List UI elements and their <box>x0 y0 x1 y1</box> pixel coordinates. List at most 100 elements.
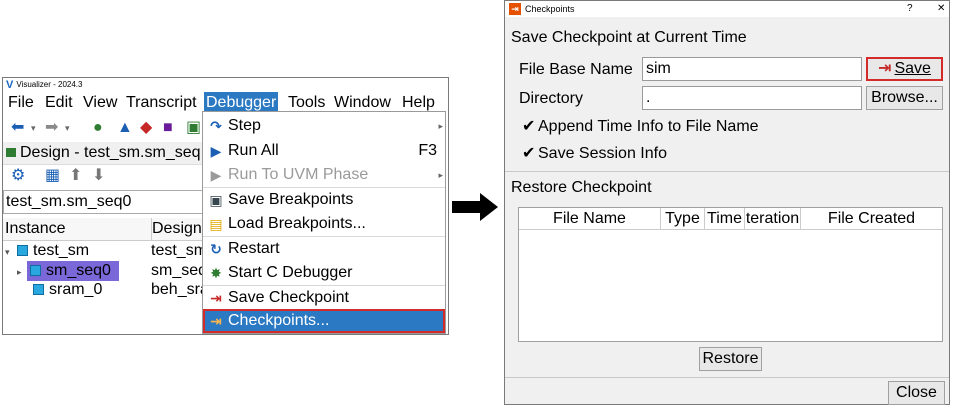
column-header-instance[interactable]: Instance <box>3 218 151 241</box>
menu-item-checkpoints[interactable]: ⇥ Checkpoints... <box>203 309 445 333</box>
module-icon <box>30 265 41 277</box>
floppy-disk-icon: ▣ <box>209 192 223 208</box>
menu-item-run-all[interactable]: ▶ Run All F3 <box>203 139 445 163</box>
forward-dropdown-icon[interactable]: ▾ <box>65 119 70 137</box>
menu-item-label: Checkpoints... <box>228 312 330 329</box>
save-button[interactable]: ⇥ Save <box>866 57 943 81</box>
append-time-label: Append Time Info to File Name <box>538 118 759 135</box>
menu-item-label: Save Breakpoints <box>228 191 354 208</box>
back-dropdown-icon[interactable]: ▾ <box>31 119 36 137</box>
design-panel-header: Design - test_sm.sm_seq <box>3 142 205 165</box>
menu-item-save-breakpoints[interactable]: ▣ Save Breakpoints <box>203 188 445 212</box>
shortcut-label: F3 <box>418 142 437 159</box>
menu-item-restart[interactable]: ↻ Restart <box>203 237 445 261</box>
folder-icon: ▤ <box>209 216 223 232</box>
main-toolbar: ⬅ ▾ ➡ ▾ ● ▲ ◆ ■ ▣ <box>3 116 203 140</box>
design-cell: sm_seq <box>151 262 205 279</box>
save-session-checkbox[interactable]: ✔ Save Session Info <box>522 143 667 165</box>
help-button[interactable]: ? <box>907 1 913 17</box>
restore-button[interactable]: Restore <box>699 347 762 371</box>
instance-name: test_sm <box>33 242 90 259</box>
menu-item-label: Save Checkpoint <box>228 289 349 306</box>
file-base-name-label: File Base Name <box>519 61 633 78</box>
schematic-icon[interactable]: ▲ <box>117 119 133 137</box>
menu-item-step[interactable]: ↷ Step ▸ <box>203 114 445 138</box>
gear-icon[interactable]: ⚙ <box>11 167 25 185</box>
restore-section-title: Restore Checkpoint <box>511 179 652 196</box>
tree-row-sram-0[interactable]: sram_0 <box>33 280 102 300</box>
debugger-menu: ↷ Step ▸ ▶ Run All F3 ▶ Run To UVM Phase… <box>202 111 446 334</box>
menu-file[interactable]: File <box>6 92 36 114</box>
menu-item-label: Step <box>228 117 261 134</box>
submenu-arrow-icon: ▸ <box>438 121 443 131</box>
step-icon: ↷ <box>210 118 222 134</box>
file-base-name-input[interactable]: sim <box>642 57 862 81</box>
submenu-arrow-icon: ▸ <box>438 170 443 180</box>
source-icon[interactable]: ■ <box>163 119 173 137</box>
instance-name: sram_0 <box>49 281 103 298</box>
dialog-title: Checkpoints <box>525 4 575 14</box>
instance-path-field[interactable]: test_sm.sm_seq0 <box>3 190 205 214</box>
checkpoint-icon: ⇥ <box>210 313 222 329</box>
menu-item-start-c-debugger[interactable]: ✸ Start C Debugger <box>203 261 445 285</box>
column-header-time[interactable]: Time <box>705 208 745 230</box>
footer-divider <box>505 377 949 378</box>
menu-item-label: Run To UVM Phase <box>228 166 369 183</box>
save-checkpoint-icon: ⇥ <box>210 290 222 306</box>
tree-row-test-sm[interactable]: ▾ test_sm <box>5 241 89 261</box>
section-divider <box>505 171 949 172</box>
check-icon: ✔ <box>522 145 536 162</box>
append-time-checkbox[interactable]: ✔ Append Time Info to File Name <box>522 116 759 138</box>
design-panel-title: Design - test_sm.sm_seq <box>20 144 201 161</box>
module-icon <box>33 284 44 296</box>
save-section-title: Save Checkpoint at Current Time <box>511 29 747 46</box>
run-all-icon: ▶ <box>210 143 222 159</box>
menu-item-save-checkpoint[interactable]: ⇥ Save Checkpoint <box>203 286 445 310</box>
save-button-label: Save <box>894 60 931 77</box>
checkpoint-icon: ⇥ <box>509 3 521 15</box>
column-header-file-created[interactable]: File Created <box>801 208 942 230</box>
directory-input[interactable]: . <box>642 86 862 110</box>
close-button-label: Close <box>896 384 937 401</box>
design-cell: beh_sra <box>151 281 205 298</box>
down-arrow-icon[interactable]: ⬇ <box>92 167 105 185</box>
column-header-file-name[interactable]: File Name <box>519 208 661 230</box>
menu-item-label: Run All <box>228 142 279 159</box>
checkpoint-table[interactable]: File Name Type Time teration File Create… <box>518 207 943 342</box>
checkpoints-dialog: ⇥ Checkpoints ? ✕ Save Checkpoint at Cur… <box>504 0 950 405</box>
design-cell: test_sm <box>151 242 205 259</box>
column-header-iteration[interactable]: teration <box>745 208 801 230</box>
column-header-type[interactable]: Type <box>661 208 705 230</box>
window-titlebar: V Visualizer - 2024.3 <box>3 78 448 92</box>
menu-view[interactable]: View <box>81 92 119 114</box>
check-icon: ✔ <box>522 118 536 135</box>
directory-label: Directory <box>519 90 584 107</box>
menu-item-label: Start C Debugger <box>228 264 353 281</box>
table-icon[interactable]: ▦ <box>45 167 60 185</box>
menu-item-label: Load Breakpoints... <box>228 215 366 232</box>
tree-row-sm-seq0[interactable]: ▸ sm_seq0 <box>17 261 119 281</box>
selected-instance[interactable]: sm_seq0 <box>27 261 119 281</box>
save-session-label: Save Session Info <box>538 145 667 162</box>
collapse-icon[interactable]: ▾ <box>5 242 17 262</box>
bug-icon: ✸ <box>210 265 222 281</box>
menu-item-label: Restart <box>228 240 280 257</box>
run-to-phase-icon: ▶ <box>210 167 222 183</box>
expand-icon[interactable]: ▸ <box>17 262 27 282</box>
menu-item-load-breakpoints[interactable]: ▤ Load Breakpoints... <box>203 212 445 236</box>
menu-item-run-to-uvm-phase: ▶ Run To UVM Phase ▸ <box>203 163 445 187</box>
tool-icon[interactable]: ▣ <box>186 119 201 137</box>
up-arrow-icon[interactable]: ⬆ <box>69 167 82 185</box>
design-hierarchy-icon[interactable]: ● <box>93 119 103 137</box>
back-arrow-icon[interactable]: ⬅ <box>11 119 24 137</box>
waveform-icon[interactable]: ◆ <box>140 119 152 137</box>
menu-edit[interactable]: Edit <box>43 92 75 114</box>
restore-button-label: Restore <box>702 350 759 367</box>
menu-transcript[interactable]: Transcript <box>124 92 199 114</box>
close-button[interactable]: Close <box>888 381 945 405</box>
browse-button[interactable]: Browse... <box>866 86 943 110</box>
close-icon[interactable]: ✕ <box>937 1 945 17</box>
forward-arrow-icon[interactable]: ➡ <box>45 119 58 137</box>
column-header-design[interactable]: Design <box>151 218 206 241</box>
restart-icon: ↻ <box>210 241 222 257</box>
